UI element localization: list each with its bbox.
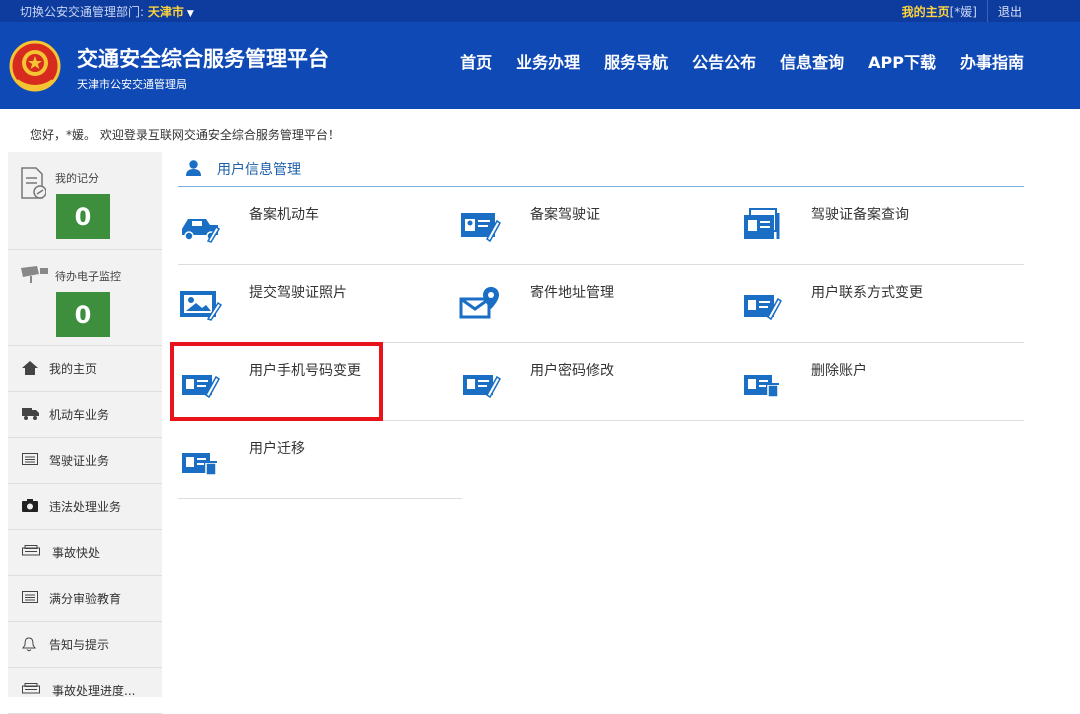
service-phone-change[interactable]: 用户手机号码变更 (178, 343, 460, 420)
sidebar-item-label: 事故处理进度... (52, 684, 136, 698)
service-label: 驾驶证备案查询 (811, 207, 909, 223)
username-tag: [*媛] (949, 4, 977, 19)
service-label: 用户迁移 (249, 441, 305, 457)
document-icon (21, 167, 46, 199)
police-emblem-icon (9, 40, 61, 92)
service-contact-change[interactable]: 用户联系方式变更 (740, 265, 1022, 342)
site-subtitle: 天津市公安交通管理局 (77, 78, 187, 91)
service-label: 寄件地址管理 (530, 285, 614, 301)
panel-title: 用户信息管理 (217, 162, 301, 178)
main-nav: 首页 业务办理 服务导航 公告公布 信息查询 APP下载 办事指南 (436, 49, 1024, 73)
service-delete-account[interactable]: 删除账户 (740, 343, 1022, 420)
sidebar-item-label: 告知与提示 (49, 638, 110, 652)
sidebar-item-label: 我的主页 (49, 362, 98, 376)
department-switch-label: 切换公安交通管理部门: (20, 5, 148, 19)
card-trash-icon (182, 453, 217, 476)
pending-monitoring-stat[interactable]: 待办电子监控 0 (8, 250, 162, 346)
service-submit-license-photo[interactable]: 提交驾驶证照片 (178, 265, 460, 342)
service-label: 提交驾驶证照片 (249, 285, 347, 301)
site-header: 交通安全综合服务管理平台 天津市公安交通管理局 首页 业务办理 服务导航 公告公… (0, 22, 1080, 109)
user-icon (186, 160, 201, 176)
sidebar-item-label: 满分审验教育 (49, 592, 122, 606)
my-homepage-link[interactable]: 我的主页 (902, 3, 950, 20)
license-icon (22, 453, 38, 465)
id-card-edit-icon (461, 213, 501, 243)
pending-monitoring-label: 待办电子监控 (55, 270, 121, 283)
sidebar-item-license[interactable]: 驾驶证业务 (8, 438, 162, 484)
mail-location-icon (459, 287, 499, 319)
score-label: 我的记分 (55, 172, 99, 185)
current-city[interactable]: 天津市 (148, 5, 184, 19)
site-title: 交通安全综合服务管理平台 (77, 47, 329, 71)
panel-header: 用户信息管理 (178, 152, 1024, 187)
sidebar-item-label: 驾驶证业务 (49, 454, 110, 468)
nav-home[interactable]: 首页 (460, 49, 492, 73)
sidebar-item-accident-progress[interactable]: 事故处理进度... (8, 668, 162, 714)
service-user-migration[interactable]: 用户迁移 (178, 421, 460, 498)
service-label: 用户手机号码变更 (249, 363, 361, 379)
service-label: 删除账户 (811, 363, 867, 379)
service-label: 备案驾驶证 (530, 207, 600, 223)
license-icon (22, 591, 38, 603)
truck-icon (22, 408, 39, 420)
nav-business[interactable]: 业务办理 (516, 49, 580, 73)
sidebar-item-vehicle[interactable]: 机动车业务 (8, 392, 162, 438)
user-info-panel: 用户信息管理 备案机动车 备案驾驶证 驾驶证备案查询 提交驾驶证照片 寄件地址管… (178, 152, 1024, 499)
sidebar-item-label: 机动车业务 (49, 408, 110, 422)
sidebar-item-label: 事故快处 (52, 546, 101, 560)
score-stat[interactable]: 我的记分 0 (8, 152, 162, 250)
caret-down-icon[interactable]: ▼ (187, 9, 194, 19)
service-license-record-query[interactable]: 驾驶证备案查询 (740, 187, 1022, 264)
service-mailing-address[interactable]: 寄件地址管理 (459, 265, 741, 342)
contact-card-edit-icon (744, 295, 782, 321)
service-label: 用户联系方式变更 (811, 285, 923, 301)
service-register-license[interactable]: 备案驾驶证 (459, 187, 741, 264)
card-trash-icon (744, 375, 779, 398)
nav-announcements[interactable]: 公告公布 (692, 49, 756, 73)
top-bar: 切换公安交通管理部门: 天津市 ▼ 我的主页 [*媛] 退出 (0, 0, 1080, 22)
service-row: 提交驾驶证照片 寄件地址管理 用户联系方式变更 (178, 265, 1024, 343)
welcome-message: 您好，*媛。 欢迎登录互联网交通安全综合服务管理平台！ (30, 128, 340, 142)
sidebar-item-violations[interactable]: 违法处理业务 (8, 484, 162, 530)
service-label: 用户密码修改 (530, 363, 614, 379)
photo-icon (180, 291, 222, 321)
service-label: 备案机动车 (249, 207, 319, 223)
home-icon (22, 361, 38, 375)
nav-app-download[interactable]: APP下载 (868, 49, 936, 73)
bell-icon (22, 637, 36, 652)
service-password-change[interactable]: 用户密码修改 (459, 343, 741, 420)
logout-link[interactable]: 退出 (998, 3, 1022, 20)
password-card-edit-icon (463, 375, 501, 399)
sidebar-item-notices[interactable]: 告知与提示 (8, 622, 162, 668)
service-row: 备案机动车 备案驾驶证 驾驶证备案查询 (178, 187, 1024, 265)
id-card-stack-icon (744, 208, 780, 239)
phone-card-edit-icon (182, 375, 220, 399)
sidebar-item-full-score-education[interactable]: 满分审验教育 (8, 576, 162, 622)
sidebar-item-quick-accident[interactable]: 事故快处 (8, 530, 162, 576)
car-front-icon (22, 683, 40, 694)
score-count[interactable]: 0 (56, 194, 110, 239)
divider (986, 0, 988, 22)
department-switcher[interactable]: 切换公安交通管理部门: 天津市 ▼ (20, 3, 194, 20)
nav-info-query[interactable]: 信息查询 (780, 49, 844, 73)
service-register-vehicle[interactable]: 备案机动车 (178, 187, 460, 264)
service-row: 用户迁移 (178, 421, 462, 499)
sidebar: 我的记分 0 待办电子监控 0 我的主页 机动车业务 驾驶证业务 违法处理业务 … (8, 152, 162, 714)
nav-guide[interactable]: 办事指南 (960, 49, 1024, 73)
pending-monitoring-count[interactable]: 0 (56, 292, 110, 337)
service-row: 用户手机号码变更 用户密码修改 删除账户 (178, 343, 1024, 421)
nav-service-guide[interactable]: 服务导航 (604, 49, 668, 73)
surveillance-camera-icon (21, 266, 48, 283)
user-links: 我的主页 [*媛] 退出 (902, 0, 1022, 22)
sidebar-item-homepage[interactable]: 我的主页 (8, 346, 162, 392)
vehicle-icon (182, 219, 221, 243)
sidebar-item-label: 违法处理业务 (49, 500, 122, 514)
camera-icon (22, 499, 38, 512)
car-front-icon (22, 545, 40, 556)
